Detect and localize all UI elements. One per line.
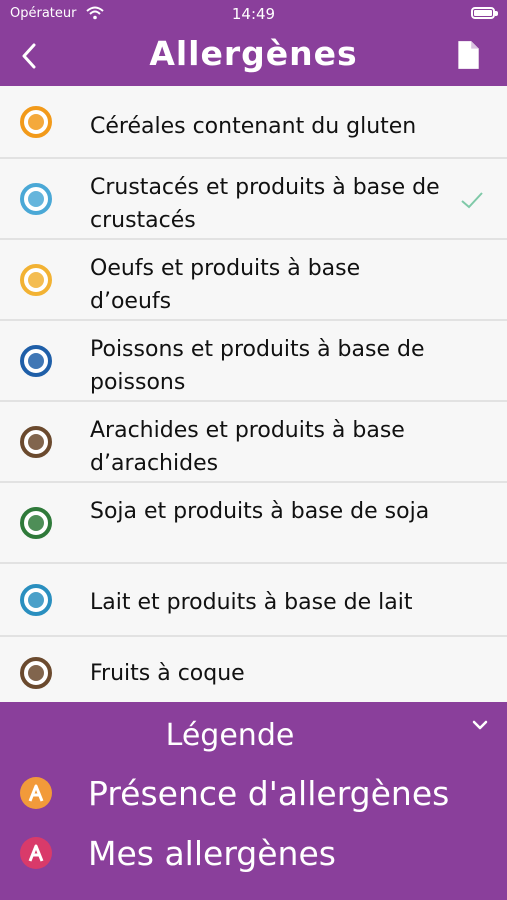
legend-item-presence: Présence d'allergènes [20, 768, 449, 818]
allergen-label: Fruits à coque [90, 661, 245, 686]
letter-a-icon [28, 784, 44, 802]
allergen-row[interactable]: Crustacés et produits à base de crustacé… [0, 159, 507, 240]
battery-icon [471, 7, 498, 19]
allergen-row[interactable]: Fruits à coque [0, 637, 507, 707]
allergen-row[interactable]: Oeufs et produits à base d’oeufs [0, 240, 507, 321]
status-bar: Opérateur 14:49 [0, 0, 507, 30]
legend-label-presence: Présence d'allergènes [88, 773, 450, 813]
clock: 14:49 [231, 5, 276, 23]
allergen-label: Soja et produits à base de soja [90, 499, 430, 524]
allergen-list: Céréales contenant du gluten Crustacés et… [0, 86, 507, 707]
egg-icon [20, 264, 52, 296]
my-allergens-badge-icon [20, 837, 52, 869]
milk-icon [20, 584, 52, 616]
allergen-label: Crustacés et produits à base de crustacé… [90, 175, 440, 233]
allergen-label: Poissons et produits à base de poissons [90, 337, 425, 395]
allergen-row[interactable]: Arachides et produits à base d’arachides [0, 402, 507, 483]
page-title: Allergènes [149, 34, 358, 73]
allergen-presence-badge-icon [20, 777, 52, 809]
allergen-label: Lait et produits à base de lait [90, 590, 413, 615]
allergen-row[interactable]: Céréales contenant du gluten [0, 86, 507, 159]
legend-label-mine: Mes allergènes [88, 833, 336, 873]
allergen-row[interactable]: Lait et produits à base de lait [0, 564, 507, 637]
soy-icon [20, 507, 52, 539]
wheat-icon [20, 106, 52, 138]
allergen-label: Oeufs et produits à base d’oeufs [90, 256, 361, 314]
legend-title: Légende [165, 718, 295, 753]
shell-icon [20, 183, 52, 215]
document-icon[interactable] [455, 40, 481, 70]
legend-panel: Légende Présence d'allergènes Mes allerg… [0, 702, 507, 900]
checkmark-icon [461, 192, 483, 209]
letter-a-icon [28, 844, 44, 862]
allergen-label: Céréales contenant du gluten [90, 114, 417, 139]
nut-icon [20, 657, 52, 689]
peanut-icon [20, 426, 52, 458]
fish-icon [20, 345, 52, 377]
allergen-label: Arachides et produits à base d’arachides [90, 418, 405, 476]
legend-item-mine: Mes allergènes [20, 828, 336, 878]
chevron-down-icon[interactable] [471, 718, 489, 732]
navigation-bar: Opérateur 14:49 Allergènes [0, 0, 507, 86]
allergen-row[interactable]: Soja et produits à base de soja [0, 483, 507, 564]
allergen-row[interactable]: Poissons et produits à base de poissons [0, 321, 507, 402]
